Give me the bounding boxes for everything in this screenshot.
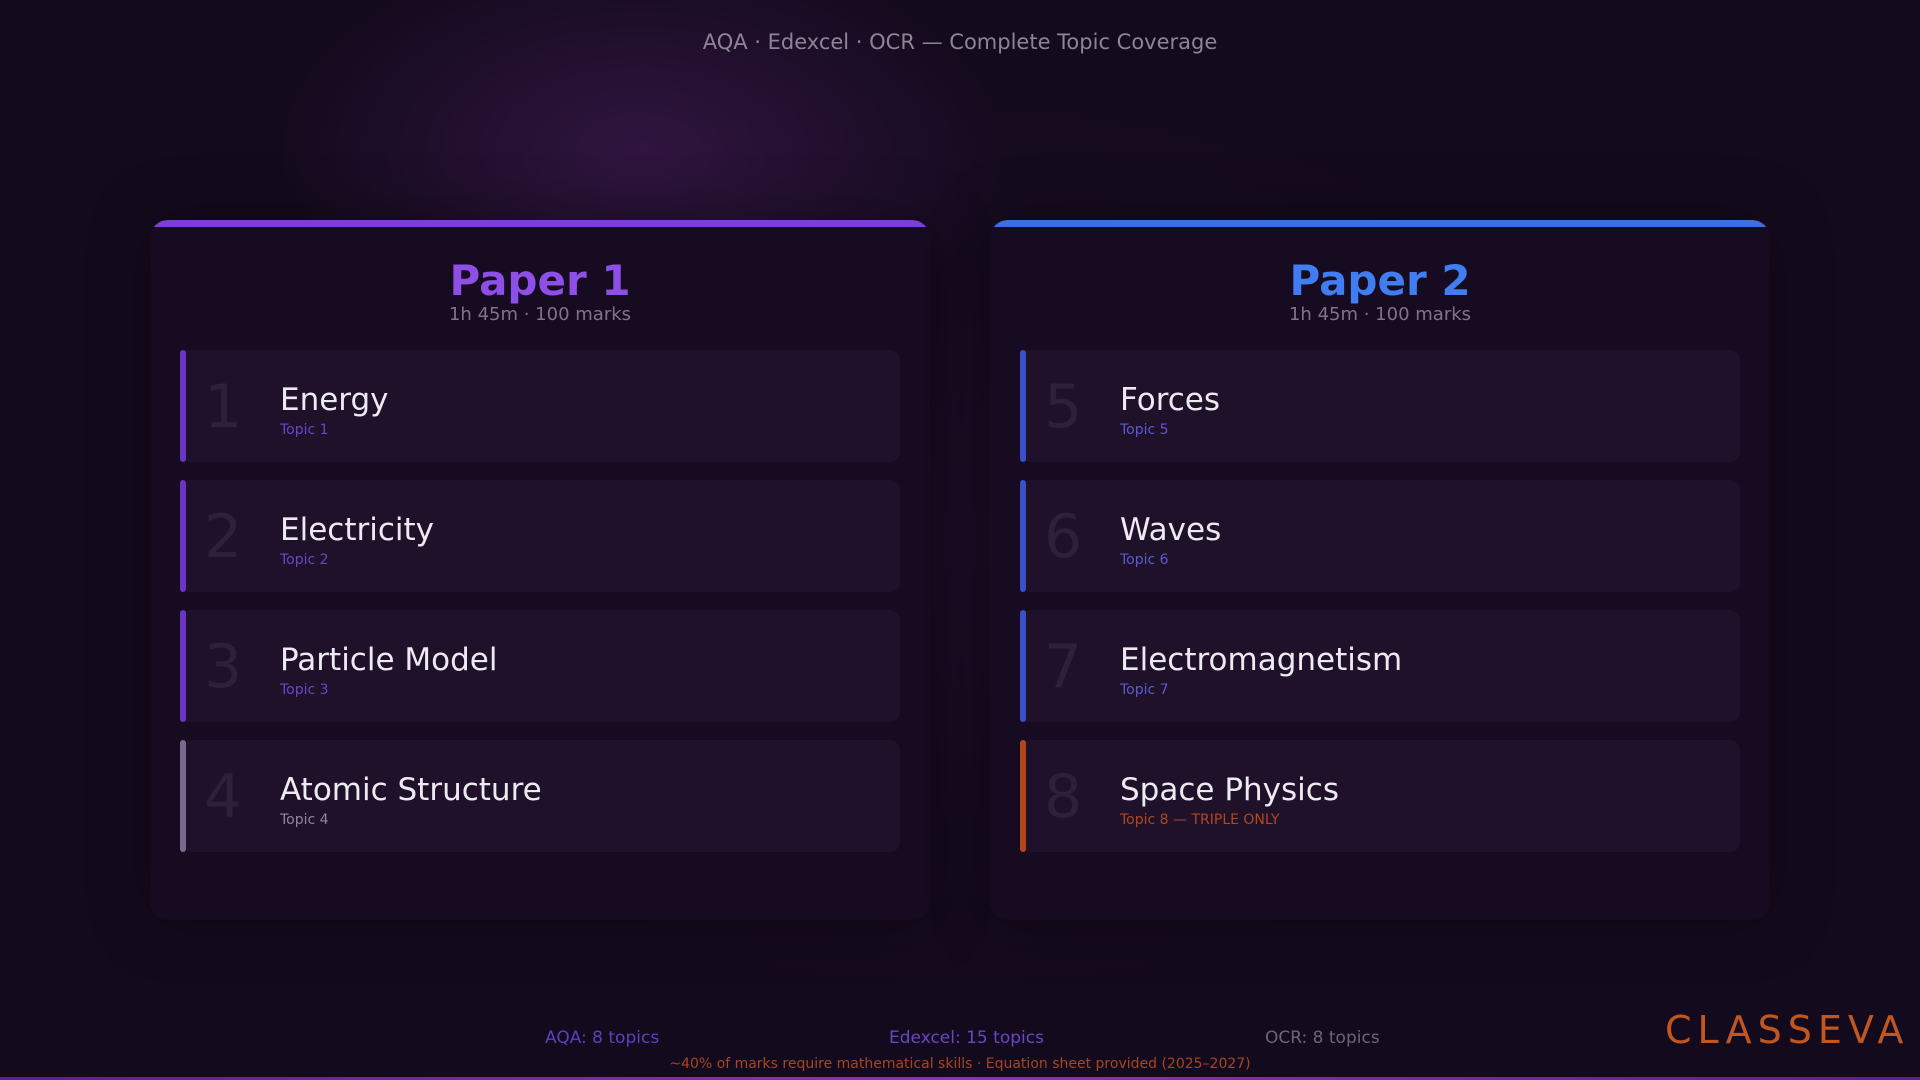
topic-label: Topic 4 xyxy=(280,812,329,828)
topic-name: Electricity xyxy=(280,512,434,548)
paper-1-topic-list: 1 Energy Topic 1 2 Electricity Topic 2 3… xyxy=(180,350,900,870)
ocr-topic-count: OCR: 8 topics xyxy=(1265,1028,1380,1048)
topic-number: 4 xyxy=(204,762,243,832)
topic-label: Topic 1 xyxy=(280,422,329,438)
topic-card-energy: 1 Energy Topic 1 xyxy=(180,350,900,462)
topic-label: Topic 6 xyxy=(1120,552,1169,568)
topic-label: Topic 3 xyxy=(280,682,329,698)
paper-2-meta: 1h 45m · 100 marks xyxy=(1288,304,1472,325)
topic-accent-bar xyxy=(180,480,186,592)
topic-accent-bar xyxy=(180,740,186,852)
slide: AQA · Edexcel · OCR — Complete Topic Cov… xyxy=(0,0,1920,1080)
topic-number: 3 xyxy=(204,632,243,702)
footnote: ~40% of marks require mathematical skill… xyxy=(669,1056,1251,1072)
aqa-topic-count: AQA: 8 topics xyxy=(545,1028,660,1048)
topic-number: 1 xyxy=(204,372,243,442)
topic-number: 8 xyxy=(1044,762,1083,832)
topic-card-forces: 5 Forces Topic 5 xyxy=(1020,350,1740,462)
topic-accent-bar xyxy=(1020,740,1026,852)
topic-name: Particle Model xyxy=(280,642,498,678)
topic-accent-bar xyxy=(1020,350,1026,462)
topic-name: Forces xyxy=(1120,382,1221,418)
topic-label: Topic 8 — TRIPLE ONLY xyxy=(1120,812,1280,828)
topic-number: 6 xyxy=(1044,502,1083,572)
topic-accent-bar xyxy=(1020,610,1026,722)
topic-number: 5 xyxy=(1044,372,1083,442)
topic-name: Electromagnetism xyxy=(1120,642,1403,678)
paper-2-title: Paper 2 xyxy=(1289,256,1471,305)
topic-label: Topic 2 xyxy=(280,552,329,568)
paper-1-accent-bar xyxy=(150,220,930,227)
paper-1-card: Paper 1 1h 45m · 100 marks 1 Energy Topi… xyxy=(150,220,930,920)
topic-name: Atomic Structure xyxy=(280,772,542,808)
topic-card-electromagnetism: 7 Electromagnetism Topic 7 xyxy=(1020,610,1740,722)
topic-accent-bar xyxy=(1020,480,1026,592)
page-subtitle: AQA · Edexcel · OCR — Complete Topic Cov… xyxy=(702,30,1218,54)
topic-label: Topic 5 xyxy=(1120,422,1169,438)
edexcel-topic-count: Edexcel: 15 topics xyxy=(889,1028,1044,1048)
paper-1-meta: 1h 45m · 100 marks xyxy=(448,304,632,325)
topic-name: Energy xyxy=(280,382,389,418)
topic-accent-bar xyxy=(180,610,186,722)
topic-name: Space Physics xyxy=(1120,772,1339,808)
paper-1-title: Paper 1 xyxy=(449,256,631,305)
paper-2-card: Paper 2 1h 45m · 100 marks 5 Forces Topi… xyxy=(990,220,1770,920)
topic-name: Waves xyxy=(1120,512,1222,548)
topic-label: Topic 7 xyxy=(1120,682,1169,698)
topic-card-atomic-structure: 4 Atomic Structure Topic 4 xyxy=(180,740,900,852)
topic-card-electricity: 2 Electricity Topic 2 xyxy=(180,480,900,592)
topic-card-space-physics: 8 Space Physics Topic 8 — TRIPLE ONLY xyxy=(1020,740,1740,852)
topic-card-particle-model: 3 Particle Model Topic 3 xyxy=(180,610,900,722)
classeva-logo: CLASSEVA xyxy=(1665,1008,1910,1052)
paper-2-accent-bar xyxy=(990,220,1770,227)
topic-card-waves: 6 Waves Topic 6 xyxy=(1020,480,1740,592)
paper-2-topic-list: 5 Forces Topic 5 6 Waves Topic 6 7 Elect… xyxy=(1020,350,1740,870)
topic-accent-bar xyxy=(180,350,186,462)
board-topic-counts: AQA: 8 topics Edexcel: 15 topics OCR: 8 … xyxy=(0,1028,1920,1052)
topic-number: 7 xyxy=(1044,632,1083,702)
topic-number: 2 xyxy=(204,502,243,572)
